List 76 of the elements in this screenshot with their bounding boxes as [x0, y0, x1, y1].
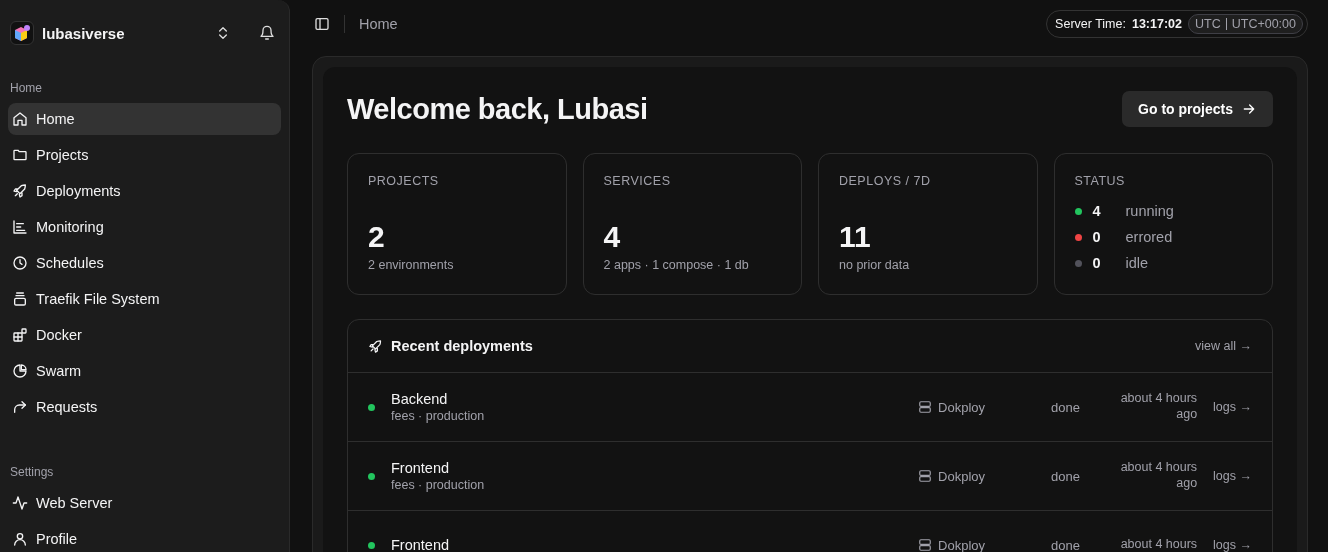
- stat-value: 2: [368, 220, 386, 254]
- deployment-status: done: [1051, 468, 1081, 484]
- stat-label: DEPLOYS / 7D: [839, 174, 932, 188]
- deployment-source: Dokploy: [938, 468, 986, 484]
- workspace-name: lubasiverse: [42, 24, 126, 42]
- deployment-status: done: [1051, 399, 1081, 415]
- sidebar-item[interactable]: Projects: [8, 139, 281, 171]
- deployment-time: about 4 hours: [1119, 537, 1198, 552]
- sidebar-toggle-button[interactable]: [314, 16, 330, 32]
- folder-icon: [12, 147, 28, 163]
- arrow-right-icon: [1241, 101, 1257, 117]
- server-icon: [918, 469, 933, 483]
- deployment-name: Backend: [391, 391, 449, 407]
- sidebar-item[interactable]: Deployments: [8, 175, 281, 207]
- logs-link[interactable]: logs →: [1213, 538, 1252, 552]
- timezone: UTC: [1195, 17, 1221, 31]
- stack-icon: [12, 291, 28, 307]
- deployment-source: Dokploy: [938, 399, 986, 415]
- deployment-subtitle: fees · production: [391, 478, 486, 492]
- clock-icon: [12, 255, 28, 271]
- logs-link[interactable]: logs →: [1213, 400, 1252, 414]
- logs-link[interactable]: logs →: [1213, 469, 1252, 483]
- stat-label: PROJECTS: [368, 174, 440, 188]
- bell-icon: [259, 25, 275, 41]
- house-icon: [12, 111, 28, 127]
- sidebar-item[interactable]: Requests: [8, 391, 281, 423]
- sidebar-item[interactable]: Docker: [8, 319, 281, 351]
- deployment-name: Frontend: [391, 537, 451, 552]
- breadcrumb[interactable]: Home: [359, 16, 1033, 32]
- server-icon: [918, 538, 933, 552]
- sidebar-item[interactable]: Schedules: [8, 247, 281, 279]
- stat-label: SERVICES: [603, 174, 672, 188]
- stat-value: 4: [603, 220, 622, 254]
- status-count: 0: [1092, 229, 1102, 245]
- server-icon: [918, 400, 933, 414]
- status-count: 0: [1092, 255, 1102, 271]
- cubes-logo-icon: [10, 21, 34, 45]
- stat-label: STATUS: [1074, 174, 1126, 188]
- activity-icon: [12, 495, 28, 511]
- status-label: idle: [1125, 255, 1149, 271]
- rocket-icon: [12, 183, 28, 199]
- status-label: errored: [1125, 229, 1173, 245]
- go-to-projects-button[interactable]: Go to projects: [1122, 91, 1273, 127]
- sidebar-item[interactable]: Monitoring: [8, 211, 281, 243]
- server-time: 13:17:02: [1131, 17, 1182, 31]
- forward-arrow-icon: [12, 399, 28, 415]
- rocket-icon: [368, 338, 383, 354]
- server-time-label: Server Time:: [1055, 17, 1126, 31]
- card-title: Recent deployments: [391, 338, 534, 354]
- sidebar-item[interactable]: Swarm: [8, 355, 281, 387]
- utc-offset: UTC+00:00: [1231, 17, 1296, 31]
- chart-icon: [12, 219, 28, 235]
- user-icon: [12, 531, 28, 547]
- section-label: Settings: [9, 464, 55, 481]
- deployment-time: about 4 hours ago: [1119, 460, 1198, 492]
- stat-value: 11: [839, 220, 872, 254]
- sidebar-item[interactable]: Traefik File System: [8, 283, 281, 315]
- status-label: running: [1125, 203, 1174, 219]
- page-title: Welcome back, Lubasi: [347, 92, 648, 126]
- deployment-source: Dokploy: [938, 537, 986, 552]
- sidebar-item[interactable]: Profile: [8, 523, 281, 552]
- deployment-subtitle: fees · production: [391, 409, 486, 423]
- deployment-time: about 4 hours ago: [1119, 391, 1198, 423]
- stat-caption: 2 apps · 1 compose · 1 db: [603, 258, 750, 272]
- view-all-link[interactable]: view all →: [1195, 339, 1252, 353]
- stat-caption: no prior data: [839, 258, 911, 272]
- sidebar-item[interactable]: Home: [8, 103, 281, 135]
- deployment-status: done: [1051, 537, 1081, 552]
- sidebar-item[interactable]: Web Server: [8, 487, 281, 519]
- section-label: Home: [9, 80, 43, 97]
- pie-icon: [12, 363, 28, 379]
- deployment-name: Frontend: [391, 460, 451, 476]
- stat-caption: 2 environments: [368, 258, 455, 272]
- status-count: 4: [1092, 203, 1102, 219]
- blocks-icon: [12, 327, 28, 343]
- panel-icon: [314, 16, 330, 32]
